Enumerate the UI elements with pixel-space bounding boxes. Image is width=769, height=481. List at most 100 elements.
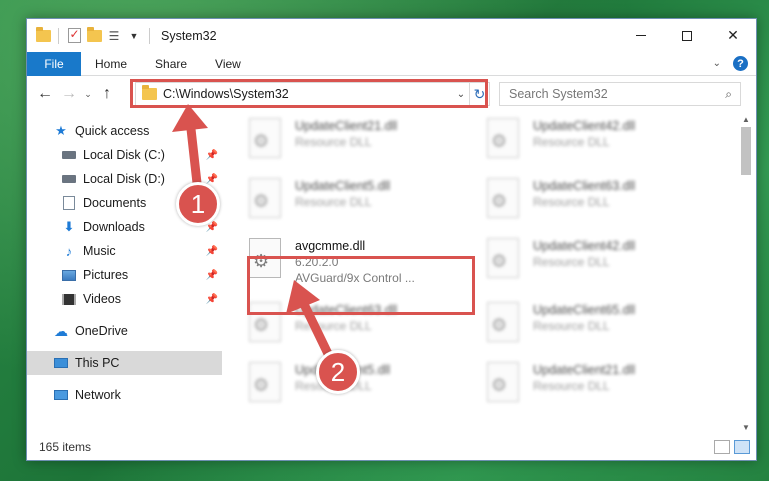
- dll-file-icon: [487, 302, 519, 342]
- sidebar-item-label: OneDrive: [75, 324, 128, 338]
- file-tile[interactable]: UpdateClient42.dll Resource DLL: [461, 232, 691, 288]
- dll-file-icon: [249, 362, 281, 402]
- file-tile[interactable]: UpdateClient63.dll Resource DLL: [461, 172, 691, 228]
- tab-view[interactable]: View: [201, 57, 255, 71]
- file-tile[interactable]: UpdateClient21.dll Resource DLL: [461, 356, 691, 412]
- status-bar: 165 items: [27, 434, 756, 460]
- file-name: UpdateClient63.dll: [533, 179, 636, 193]
- expand-ribbon-icon[interactable]: ⌄: [713, 58, 721, 69]
- window-title: System32: [161, 28, 217, 43]
- file-tile[interactable]: UpdateClient65.dll Resource DLL: [461, 296, 691, 352]
- file-name: UpdateClient63.dll: [295, 303, 398, 317]
- up-button[interactable]: ↑: [95, 82, 119, 106]
- sidebar-item-label: Local Disk (D:): [83, 172, 165, 186]
- dll-file-icon: [249, 118, 281, 158]
- scroll-up-icon[interactable]: ▲: [738, 112, 754, 126]
- sidebar-item-local-disk-c[interactable]: Local Disk (C:) 📌: [27, 143, 222, 167]
- toolbar-dropdown-icon[interactable]: ▼: [126, 28, 142, 44]
- file-tile[interactable]: UpdateClient42.dll Resource DLL: [461, 112, 691, 168]
- scroll-down-icon[interactable]: ▼: [738, 420, 754, 434]
- sidebar-item-music[interactable]: ♪ Music 📌: [27, 239, 222, 263]
- maximize-button[interactable]: [664, 19, 710, 52]
- ribbon-tabs: File Home Share View ⌄ ?: [27, 51, 756, 76]
- pin-icon[interactable]: 📌: [206, 294, 218, 305]
- drive-icon: [61, 171, 77, 187]
- file-tile[interactable]: UpdateClient63.dll Resource DLL: [223, 296, 453, 352]
- file-explorer-window: ☰ ▼ System32 ✕ File Home Share View ⌄ ? …: [26, 18, 757, 461]
- back-button[interactable]: ←: [33, 82, 57, 106]
- file-name: UpdateClient65.dll: [533, 303, 636, 317]
- sidebar-item-label: This PC: [75, 356, 120, 370]
- toolbar-divider: [149, 27, 150, 44]
- maximize-icon: [682, 30, 692, 41]
- sidebar-item-label: Documents: [83, 196, 147, 210]
- pictures-icon: [61, 267, 77, 283]
- tab-home[interactable]: Home: [81, 57, 141, 71]
- file-list: UpdateClient21.dll Resource DLL UpdateCli…: [223, 112, 737, 434]
- details-view-icon[interactable]: [714, 440, 730, 454]
- dll-file-icon: [487, 362, 519, 402]
- scroll-thumb[interactable]: [741, 127, 751, 175]
- large-icons-view-icon[interactable]: [734, 440, 750, 454]
- close-button[interactable]: ✕: [710, 19, 756, 52]
- documents-icon: [61, 195, 77, 211]
- file-description: Resource DLL: [533, 379, 610, 393]
- file-name: UpdateClient42.dll: [533, 119, 636, 133]
- address-bar[interactable]: C:\Windows\System32 ⌄ ↻: [135, 82, 490, 106]
- file-description: Resource DLL: [533, 135, 610, 149]
- chevron-down-icon[interactable]: ⌄: [453, 89, 469, 100]
- search-placeholder: Search System32: [509, 87, 608, 101]
- recent-locations-button[interactable]: ⌄: [81, 89, 95, 100]
- dll-file-icon: [249, 178, 281, 218]
- tab-share[interactable]: Share: [141, 57, 201, 71]
- search-input[interactable]: Search System32 ⌕: [499, 82, 741, 106]
- pin-icon[interactable]: 📌: [206, 246, 218, 257]
- sidebar-item-label: Local Disk (C:): [83, 148, 165, 162]
- dll-file-icon: [249, 238, 281, 278]
- sidebar-item-label: Pictures: [83, 268, 129, 282]
- close-icon: ✕: [727, 27, 739, 43]
- search-icon[interactable]: ⌕: [725, 87, 732, 102]
- refresh-icon[interactable]: ↻: [469, 83, 489, 105]
- sidebar-item-network[interactable]: Network: [27, 383, 222, 407]
- folder-icon: [142, 85, 157, 100]
- file-tile[interactable]: UpdateClient5.dll Resource DLL: [223, 172, 453, 228]
- minimize-button[interactable]: [618, 19, 664, 52]
- tab-file[interactable]: File: [27, 51, 81, 76]
- forward-button[interactable]: →: [57, 82, 81, 106]
- dll-file-icon: [487, 118, 519, 158]
- drive-icon: [61, 147, 77, 163]
- file-version: 6.20.2.0: [295, 255, 339, 269]
- file-description: Resource DLL: [295, 319, 372, 333]
- properties-icon[interactable]: [66, 27, 82, 44]
- file-tile-avgcmme[interactable]: avgcmme.dll 6.20.2.0 AVGuard/9x Control …: [223, 232, 453, 296]
- window-controls: ✕: [618, 19, 756, 52]
- cloud-icon: ☁: [54, 322, 68, 339]
- sidebar-item-quick-access[interactable]: ★ Quick access: [27, 119, 222, 143]
- sidebar-item-videos[interactable]: Videos 📌: [27, 287, 222, 311]
- sidebar-item-label: Network: [75, 388, 121, 402]
- sidebar-item-onedrive[interactable]: ☁ OneDrive: [27, 319, 222, 343]
- customize-toolbar-icon[interactable]: ☰: [106, 28, 122, 44]
- videos-icon: [61, 291, 77, 307]
- annotation-step-2: 2: [316, 350, 360, 394]
- star-icon: ★: [55, 123, 67, 138]
- vertical-scrollbar[interactable]: ▲ ▼: [738, 112, 754, 434]
- file-description: Resource DLL: [295, 135, 372, 149]
- file-description: Resource DLL: [533, 255, 610, 269]
- sidebar-item-label: Videos: [83, 292, 121, 306]
- pin-icon[interactable]: 📌: [206, 150, 218, 161]
- quick-access-toolbar: ☰ ▼: [27, 26, 153, 44]
- toolbar-divider: [58, 27, 59, 44]
- sidebar-item-this-pc[interactable]: This PC: [27, 351, 222, 375]
- file-tile[interactable]: UpdateClient21.dll Resource DLL: [223, 112, 453, 168]
- file-name: UpdateClient21.dll: [295, 119, 398, 133]
- annotation-step-1: 1: [176, 182, 220, 226]
- sidebar-item-label: Quick access: [75, 124, 150, 138]
- network-icon: [53, 387, 69, 403]
- sidebar-item-pictures[interactable]: Pictures 📌: [27, 263, 222, 287]
- new-folder-icon[interactable]: [86, 26, 102, 44]
- pin-icon[interactable]: 📌: [206, 270, 218, 281]
- pin-icon[interactable]: 📌: [206, 174, 218, 185]
- help-icon[interactable]: ?: [733, 56, 748, 71]
